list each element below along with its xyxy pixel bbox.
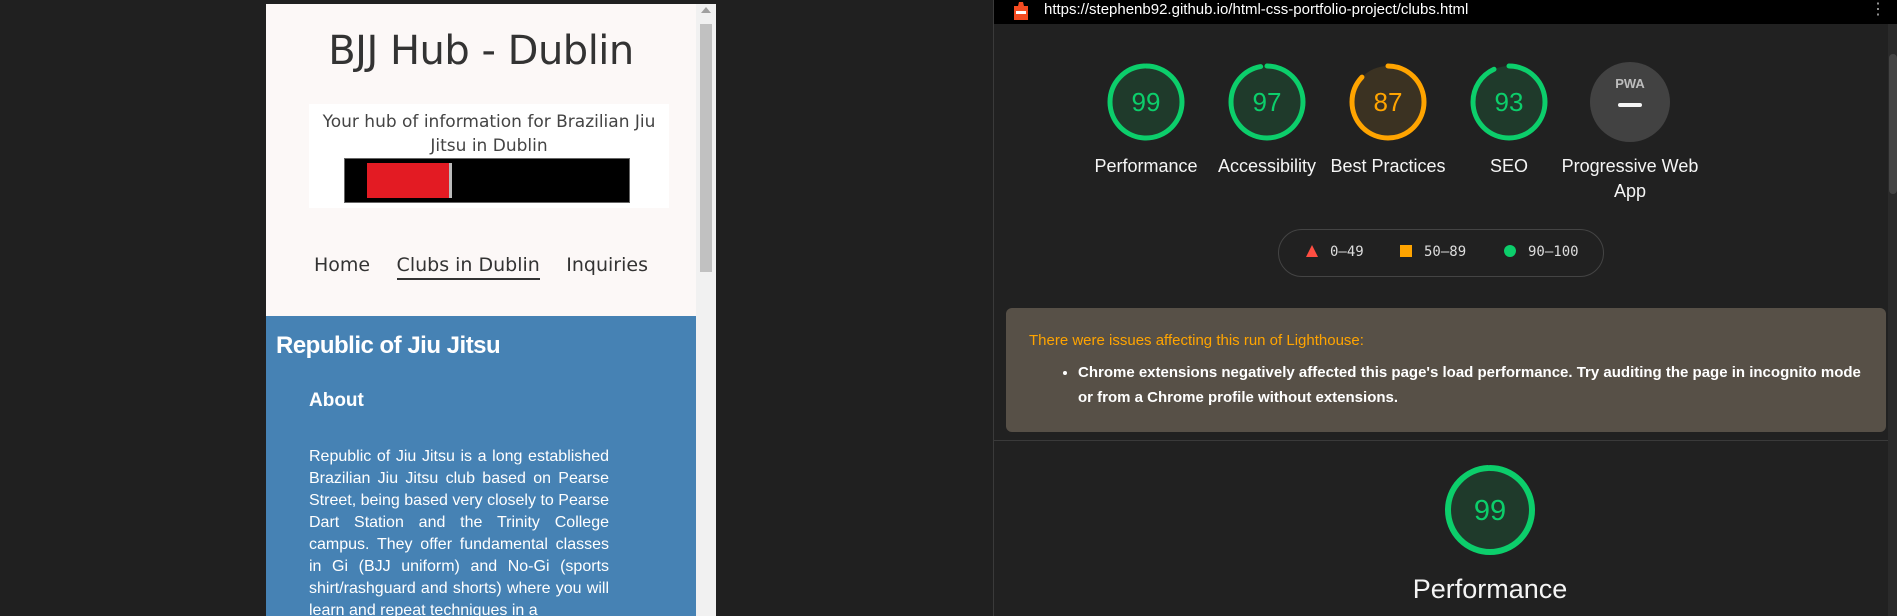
nav-clubs[interactable]: Clubs in Dublin bbox=[396, 254, 540, 280]
warning-list: Chrome extensions negatively affected th… bbox=[1056, 360, 1868, 410]
triangle-icon bbox=[1306, 245, 1318, 257]
mobile-preview: BJJ Hub - Dublin Your hub of information… bbox=[266, 4, 716, 616]
legend-fail: 0–49 bbox=[1306, 244, 1364, 260]
gauge-ring: 99 bbox=[1107, 63, 1185, 141]
report-url[interactable]: https://stephenb92.github.io/html-css-po… bbox=[1044, 1, 1468, 18]
score-legend: 0–49 50–89 90–100 bbox=[1278, 229, 1604, 277]
warning-box: There were issues affecting this run of … bbox=[1006, 308, 1886, 432]
lighthouse-panel: https://stephenb92.github.io/html-css-po… bbox=[993, 0, 1897, 616]
gauge-progressive-web-app[interactable]: PWA Progressive Web App bbox=[1560, 62, 1700, 204]
club-name: Republic of Jiu Jitsu bbox=[276, 332, 501, 359]
about-text: Republic of Jiu Jitsu is a long establis… bbox=[309, 448, 609, 616]
nav-home[interactable]: Home bbox=[314, 254, 370, 278]
gauge-performance[interactable]: 99 Performance bbox=[1076, 62, 1216, 179]
gauge-ring: PWA bbox=[1590, 62, 1670, 142]
club-section: Republic of Jiu Jitsu About Republic of … bbox=[266, 316, 696, 616]
site-title: BJJ Hub - Dublin bbox=[328, 28, 634, 74]
gauge-ring: 87 bbox=[1349, 63, 1427, 141]
pwa-badge-text: PWA bbox=[1615, 76, 1645, 91]
url-bar: https://stephenb92.github.io/html-css-po… bbox=[994, 0, 1897, 24]
square-icon bbox=[1400, 245, 1412, 257]
gauge-best-practices[interactable]: 87 Best Practices bbox=[1318, 62, 1458, 179]
warning-item: Chrome extensions negatively affected th… bbox=[1078, 360, 1868, 410]
circle-icon bbox=[1504, 245, 1516, 257]
mobile-page: BJJ Hub - Dublin Your hub of information… bbox=[266, 4, 696, 616]
performance-big-gauge-ring: 99 bbox=[1445, 465, 1535, 555]
performance-section-gauge[interactable]: 99 Performance bbox=[1410, 464, 1570, 605]
legend-average-label: 50–89 bbox=[1424, 244, 1467, 260]
legend-pass: 90–100 bbox=[1504, 244, 1579, 260]
pwa-dash-icon bbox=[1618, 103, 1642, 107]
gauge-label: Performance bbox=[1094, 156, 1198, 176]
belt-red-bar bbox=[367, 163, 452, 198]
section-divider bbox=[994, 440, 1897, 441]
performance-big-score: 99 bbox=[1474, 495, 1506, 527]
gauge-label: Best Practices bbox=[1330, 156, 1446, 176]
gauge-ring: 97 bbox=[1228, 63, 1306, 141]
lighthouse-scrollbar-thumb[interactable] bbox=[1889, 54, 1897, 194]
main-nav: Home Clubs in Dublin Inquiries bbox=[266, 254, 696, 280]
gauge-label: Progressive Web App bbox=[1561, 156, 1699, 201]
warning-title: There were issues affecting this run of … bbox=[1029, 332, 1364, 349]
mobile-scrollbar[interactable] bbox=[696, 4, 716, 616]
legend-average: 50–89 bbox=[1400, 244, 1466, 260]
nav-inquiries[interactable]: Inquiries bbox=[566, 254, 648, 278]
gauge-accessibility[interactable]: 97 Accessibility bbox=[1197, 62, 1337, 179]
scroll-up-arrow-icon[interactable] bbox=[701, 7, 711, 13]
gauge-label: Accessibility bbox=[1217, 156, 1317, 176]
performance-section-title: Performance bbox=[1412, 574, 1568, 604]
legend-pass-label: 90–100 bbox=[1528, 244, 1579, 260]
gauge-score: 87 bbox=[1374, 87, 1403, 117]
hero-tagline: Your hub of information for Brazilian Ji… bbox=[322, 112, 656, 156]
about-heading: About bbox=[309, 390, 364, 411]
lighthouse-scrollbar[interactable] bbox=[1888, 24, 1897, 616]
legend-fail-label: 0–49 bbox=[1330, 244, 1364, 260]
gauge-ring: 93 bbox=[1470, 63, 1548, 141]
scrollbar-thumb[interactable] bbox=[700, 24, 712, 272]
more-options-icon[interactable]: ⋮ bbox=[1870, 1, 1886, 19]
hero-banner: Your hub of information for Brazilian Ji… bbox=[309, 104, 669, 208]
gauge-label: SEO bbox=[1489, 156, 1528, 176]
gauge-score: 99 bbox=[1132, 87, 1161, 117]
gauge-score: 97 bbox=[1253, 87, 1282, 117]
gauge-seo[interactable]: 93 SEO bbox=[1439, 62, 1579, 179]
lighthouse-logo-icon bbox=[1014, 2, 1028, 20]
bjj-belt-graphic bbox=[344, 158, 630, 203]
gauge-score: 93 bbox=[1495, 87, 1524, 117]
